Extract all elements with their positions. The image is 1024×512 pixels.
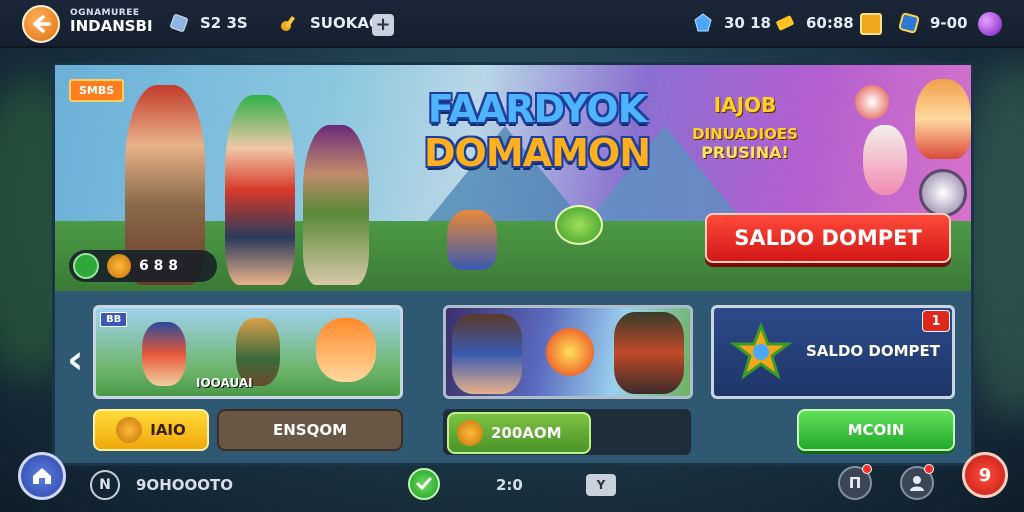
purple-orb-icon (978, 12, 1002, 36)
character-1 (142, 322, 186, 386)
mode-card-2[interactable] (443, 305, 693, 399)
game-title-line1: FAARDYOK (427, 87, 647, 131)
promo-line2: DINUADIOES (692, 125, 798, 143)
game-title: FAARDYOK DOMAMON (407, 87, 667, 175)
join-button[interactable]: IAIO (93, 409, 209, 451)
blue-gem-icon (694, 13, 712, 32)
notification-badge: 1 (922, 310, 950, 332)
crystal-count: S2 3S (200, 14, 248, 32)
home-button[interactable] (18, 452, 66, 500)
wallet-balance-button[interactable]: SALDO DOMPET (705, 213, 951, 263)
fire-orb-icon (546, 328, 594, 376)
wallet-card-label: SALDO DOMPET (806, 342, 940, 360)
card-caption: IOOAUAI (196, 376, 253, 390)
checkmark-icon (416, 477, 432, 491)
character-3 (316, 318, 376, 382)
promo-line3: PRUSINA! (701, 143, 789, 162)
coin-icon (919, 169, 967, 217)
banner-tag: SMBS (69, 79, 125, 102)
star-badge-icon (729, 321, 793, 384)
leaf-token-icon (555, 205, 603, 245)
coin-icon (107, 254, 131, 278)
hero-green-hair (225, 95, 295, 285)
character-team-right (614, 312, 684, 394)
white-cat-mascot (863, 125, 907, 195)
confirm-button[interactable] (408, 468, 440, 500)
back-button[interactable] (22, 5, 60, 43)
crystal-icon (170, 14, 188, 32)
mode-card-1[interactable]: BB IOOAUAI (93, 305, 403, 399)
cube-icon (898, 12, 920, 34)
promo-text: IAJOB DINUADIOES PRUSINA! (685, 93, 805, 162)
friends-button[interactable] (900, 464, 934, 500)
join-label: IAIO (150, 421, 186, 439)
resource-key: SUOKAO (278, 12, 382, 34)
resource-ticket: 60:88 (774, 12, 854, 34)
dropdown-button[interactable]: Y (586, 474, 616, 496)
mcoin-button[interactable]: MCOIN (797, 409, 955, 451)
player-name: INDANSBI (70, 17, 153, 35)
home-icon (33, 468, 51, 484)
cat-mascot (915, 79, 971, 159)
inbox-icon: П (848, 474, 862, 492)
ticket-count: 60:88 (806, 14, 854, 32)
resource-gem-blue: 30 18 (692, 12, 771, 34)
carousel-prev-button[interactable]: ‹ (67, 337, 83, 383)
ensqom-button[interactable]: ENSQOM (217, 409, 403, 451)
character-team-left (452, 314, 522, 394)
chest-icon (860, 13, 882, 35)
coin-icon (457, 420, 483, 446)
wallet-card[interactable]: SALDO DOMPET 1 (711, 305, 955, 399)
ticket-icon (776, 15, 794, 31)
game-title-line2: DOMAMON (424, 131, 651, 175)
banner-stat-pill: 6 8 8 (69, 250, 217, 282)
resource-crystal: S2 3S (168, 12, 248, 34)
card-tag: BB (100, 312, 128, 327)
event-banner[interactable]: SMBS FAARDYOK DOMAMON IAJOB DINUADIOES P… (55, 65, 971, 291)
n-icon[interactable]: N (90, 470, 120, 500)
notification-dot (862, 464, 872, 474)
clover-icon (73, 253, 99, 279)
main-panel: SMBS FAARDYOK DOMAMON IAJOB DINUADIOES P… (52, 62, 974, 466)
coin-icon (116, 417, 143, 443)
coins-reward-button[interactable]: 200AOM (447, 412, 591, 454)
bottom-status-text: 9OHOOOTO (136, 476, 233, 494)
box-count: 9-00 (930, 14, 968, 32)
blue-gem-count: 30 18 (724, 14, 771, 32)
coin-icon (855, 85, 889, 119)
hero-purple-hair (303, 125, 369, 285)
coins-label: 200AOM (491, 424, 562, 442)
player-title: OGNAMUREE INDANSBI (70, 8, 153, 35)
key-count: SUOKAO (310, 14, 382, 32)
level-badge-button[interactable]: 9 (962, 452, 1008, 498)
resource-box: 9-00 (898, 12, 968, 34)
fox-mascot (447, 210, 497, 270)
users-icon (910, 476, 924, 491)
banner-stat-value: 6 8 8 (139, 258, 178, 274)
add-resource-button[interactable]: + (372, 14, 394, 36)
key-icon (281, 16, 295, 31)
notification-dot (924, 464, 934, 474)
top-bar: OGNAMUREE INDANSBI S2 3S SUOKAO + 30 18 … (0, 0, 1024, 48)
bottom-center-text: 2:0 (496, 476, 523, 494)
arrow-left-icon (33, 15, 51, 33)
inbox-button[interactable]: П (838, 464, 872, 500)
promo-line1: IAJOB (713, 93, 777, 117)
